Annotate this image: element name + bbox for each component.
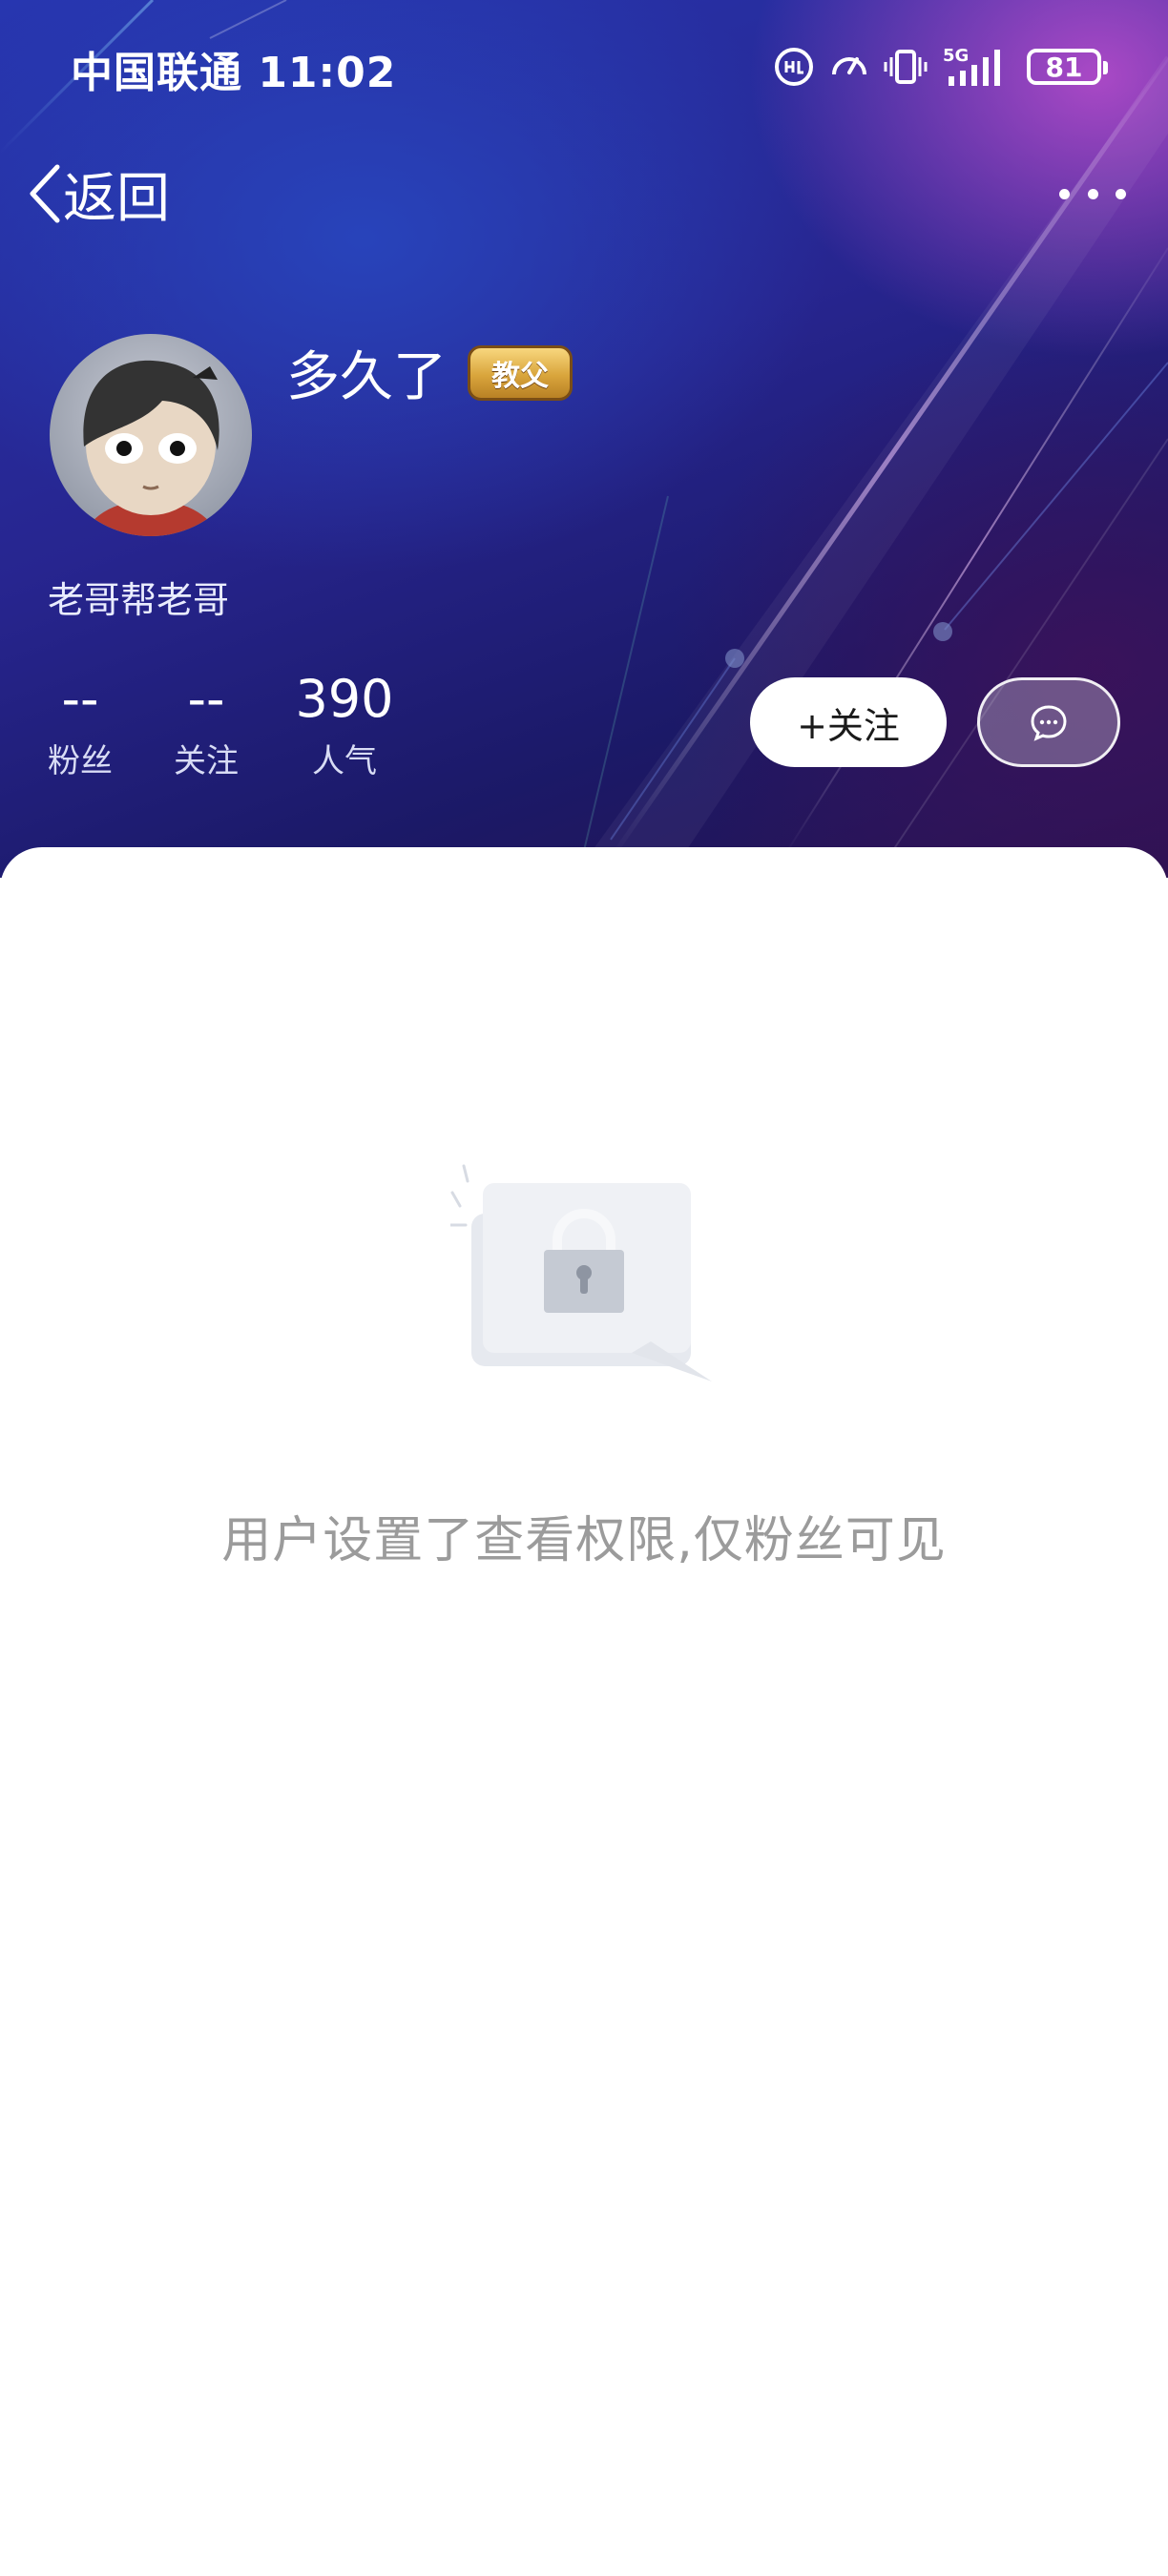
stat-fans[interactable]: -- 粉丝 bbox=[42, 666, 118, 781]
more-dot bbox=[1087, 188, 1098, 199]
profile-page: 中国联通 11:02 5G 81 返回 多久了 教父 老哥帮老哥 -- 粉丝 -… bbox=[0, 0, 1168, 2576]
back-label: 返回 bbox=[63, 167, 170, 230]
user-signature: 老哥帮老哥 bbox=[48, 579, 230, 621]
status-bar: 中国联通 11:02 5G 81 bbox=[0, 0, 1168, 134]
content-card bbox=[0, 847, 1168, 2576]
stat-following-value: -- bbox=[187, 669, 225, 729]
speed-icon bbox=[832, 57, 866, 75]
rank-badge: 教父 bbox=[468, 344, 573, 401]
rank-badge-label: 教父 bbox=[491, 359, 549, 393]
stat-fans-label: 粉丝 bbox=[48, 742, 113, 780]
stat-fans-value: -- bbox=[61, 669, 99, 729]
follow-button-label: +关注 bbox=[797, 704, 900, 747]
back-button[interactable]: 返回 bbox=[27, 160, 170, 230]
carrier-time: 中国联通 11:02 bbox=[71, 49, 397, 97]
username: 多久了 bbox=[286, 346, 447, 408]
status-icons: 5G 81 bbox=[773, 42, 1108, 92]
avatar-image bbox=[83, 360, 219, 536]
battery-level: 81 bbox=[1045, 51, 1083, 83]
avatar[interactable] bbox=[50, 334, 252, 536]
follow-button[interactable]: +关注 bbox=[750, 677, 947, 767]
stat-popularity-value: 390 bbox=[295, 669, 394, 729]
battery-icon: 81 bbox=[1027, 49, 1108, 85]
more-dot bbox=[1059, 188, 1070, 199]
signal-icon: 5G bbox=[943, 46, 1000, 86]
chevron-left-icon bbox=[30, 164, 60, 223]
network-type-label: 5G bbox=[943, 46, 969, 66]
empty-state-message: 用户设置了查看权限,仅粉丝可见 bbox=[221, 1512, 947, 1569]
stat-popularity: 390 人气 bbox=[292, 666, 397, 781]
stat-following-label: 关注 bbox=[174, 742, 239, 780]
stat-popularity-label: 人气 bbox=[312, 742, 377, 780]
chat-icon bbox=[1031, 705, 1067, 741]
message-button[interactable] bbox=[977, 677, 1120, 767]
lock-icon bbox=[450, 1164, 712, 1381]
stat-following[interactable]: -- 关注 bbox=[168, 666, 244, 781]
more-dot bbox=[1116, 188, 1126, 199]
vibrate-icon bbox=[884, 50, 928, 84]
hd-call-icon bbox=[775, 48, 813, 86]
username-row: 多久了 教父 bbox=[286, 334, 573, 411]
more-icon[interactable] bbox=[1059, 172, 1126, 216]
